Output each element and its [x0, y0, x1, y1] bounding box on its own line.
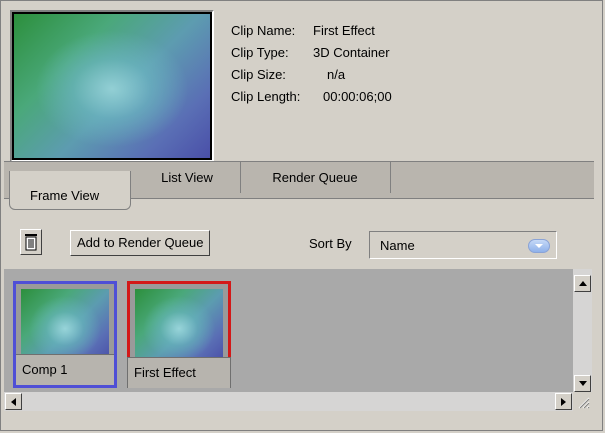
add-to-render-queue-button[interactable]: Add to Render Queue: [70, 230, 211, 256]
clip-length-label: Clip Length:: [231, 89, 301, 104]
sort-by-label: Sort By: [309, 236, 352, 251]
chevron-left-icon: [11, 397, 16, 406]
scroll-up-button[interactable]: [574, 275, 591, 292]
clip-thumbnail-image: [21, 289, 109, 361]
clip-info-panel: Clip Name: First Effect Clip Type: 3D Co…: [4, 4, 601, 162]
chevron-up-icon: [578, 281, 587, 286]
tab-frame-view[interactable]: Frame View: [9, 171, 131, 210]
chevron-down-icon: [578, 381, 587, 386]
clip-name-label: Clip Name:: [231, 23, 296, 38]
clip-thumbnail-label: First Effect: [127, 357, 231, 388]
trash-button[interactable]: [20, 229, 42, 255]
clip-name-value: First Effect: [313, 23, 375, 38]
sort-by-select[interactable]: Name: [369, 231, 557, 259]
resize-grip-icon: [578, 397, 590, 409]
clip-size-label: Clip Size:: [231, 67, 286, 82]
scroll-down-button[interactable]: [574, 375, 591, 392]
clip-length-row: Clip Length: 00:00:06;00: [231, 86, 392, 108]
resize-grip[interactable]: [573, 392, 592, 411]
tab-render-queue[interactable]: Render Queue: [240, 162, 391, 193]
clip-meta: Clip Name: First Effect Clip Type: 3D Co…: [231, 20, 392, 108]
sort-by-value: Name: [380, 238, 415, 253]
scroll-right-button[interactable]: [555, 393, 572, 410]
horizontal-scrollbar[interactable]: [4, 392, 573, 411]
clip-preview: [10, 10, 214, 162]
clip-preview-image: [14, 14, 210, 158]
clip-size-row: Clip Size: n/a: [231, 64, 392, 86]
toolbar: Add to Render Queue Sort By Name: [4, 223, 601, 269]
clip-type-row: Clip Type: 3D Container: [231, 42, 392, 64]
clip-name-row: Clip Name: First Effect: [231, 20, 392, 42]
clip-thumbnail-image: [135, 289, 223, 361]
clip-type-value: 3D Container: [313, 45, 390, 60]
chevron-right-icon: [561, 397, 566, 406]
tab-frame-view-label: Frame View: [30, 188, 100, 203]
clip-length-value: 00:00:06;00: [323, 89, 392, 104]
scroll-left-button[interactable]: [5, 393, 22, 410]
clip-thumbnail-comp-1[interactable]: Comp 1: [13, 281, 117, 388]
view-tabs: List View Render Queue Frame View: [4, 159, 601, 215]
trash-icon: [25, 234, 37, 251]
clip-window: Clip Name: First Effect Clip Type: 3D Co…: [0, 0, 603, 431]
tab-list-view[interactable]: List View: [134, 162, 241, 193]
clip-type-label: Clip Type:: [231, 45, 289, 60]
chevron-down-icon[interactable]: [528, 239, 550, 253]
frame-view-area: Comp 1 First Effect: [4, 269, 573, 392]
vertical-scrollbar[interactable]: [573, 269, 592, 392]
clip-size-value: n/a: [327, 67, 346, 82]
clip-thumbnail-label: Comp 1: [16, 354, 114, 385]
clip-thumbnail-first-effect[interactable]: First Effect: [127, 281, 231, 388]
